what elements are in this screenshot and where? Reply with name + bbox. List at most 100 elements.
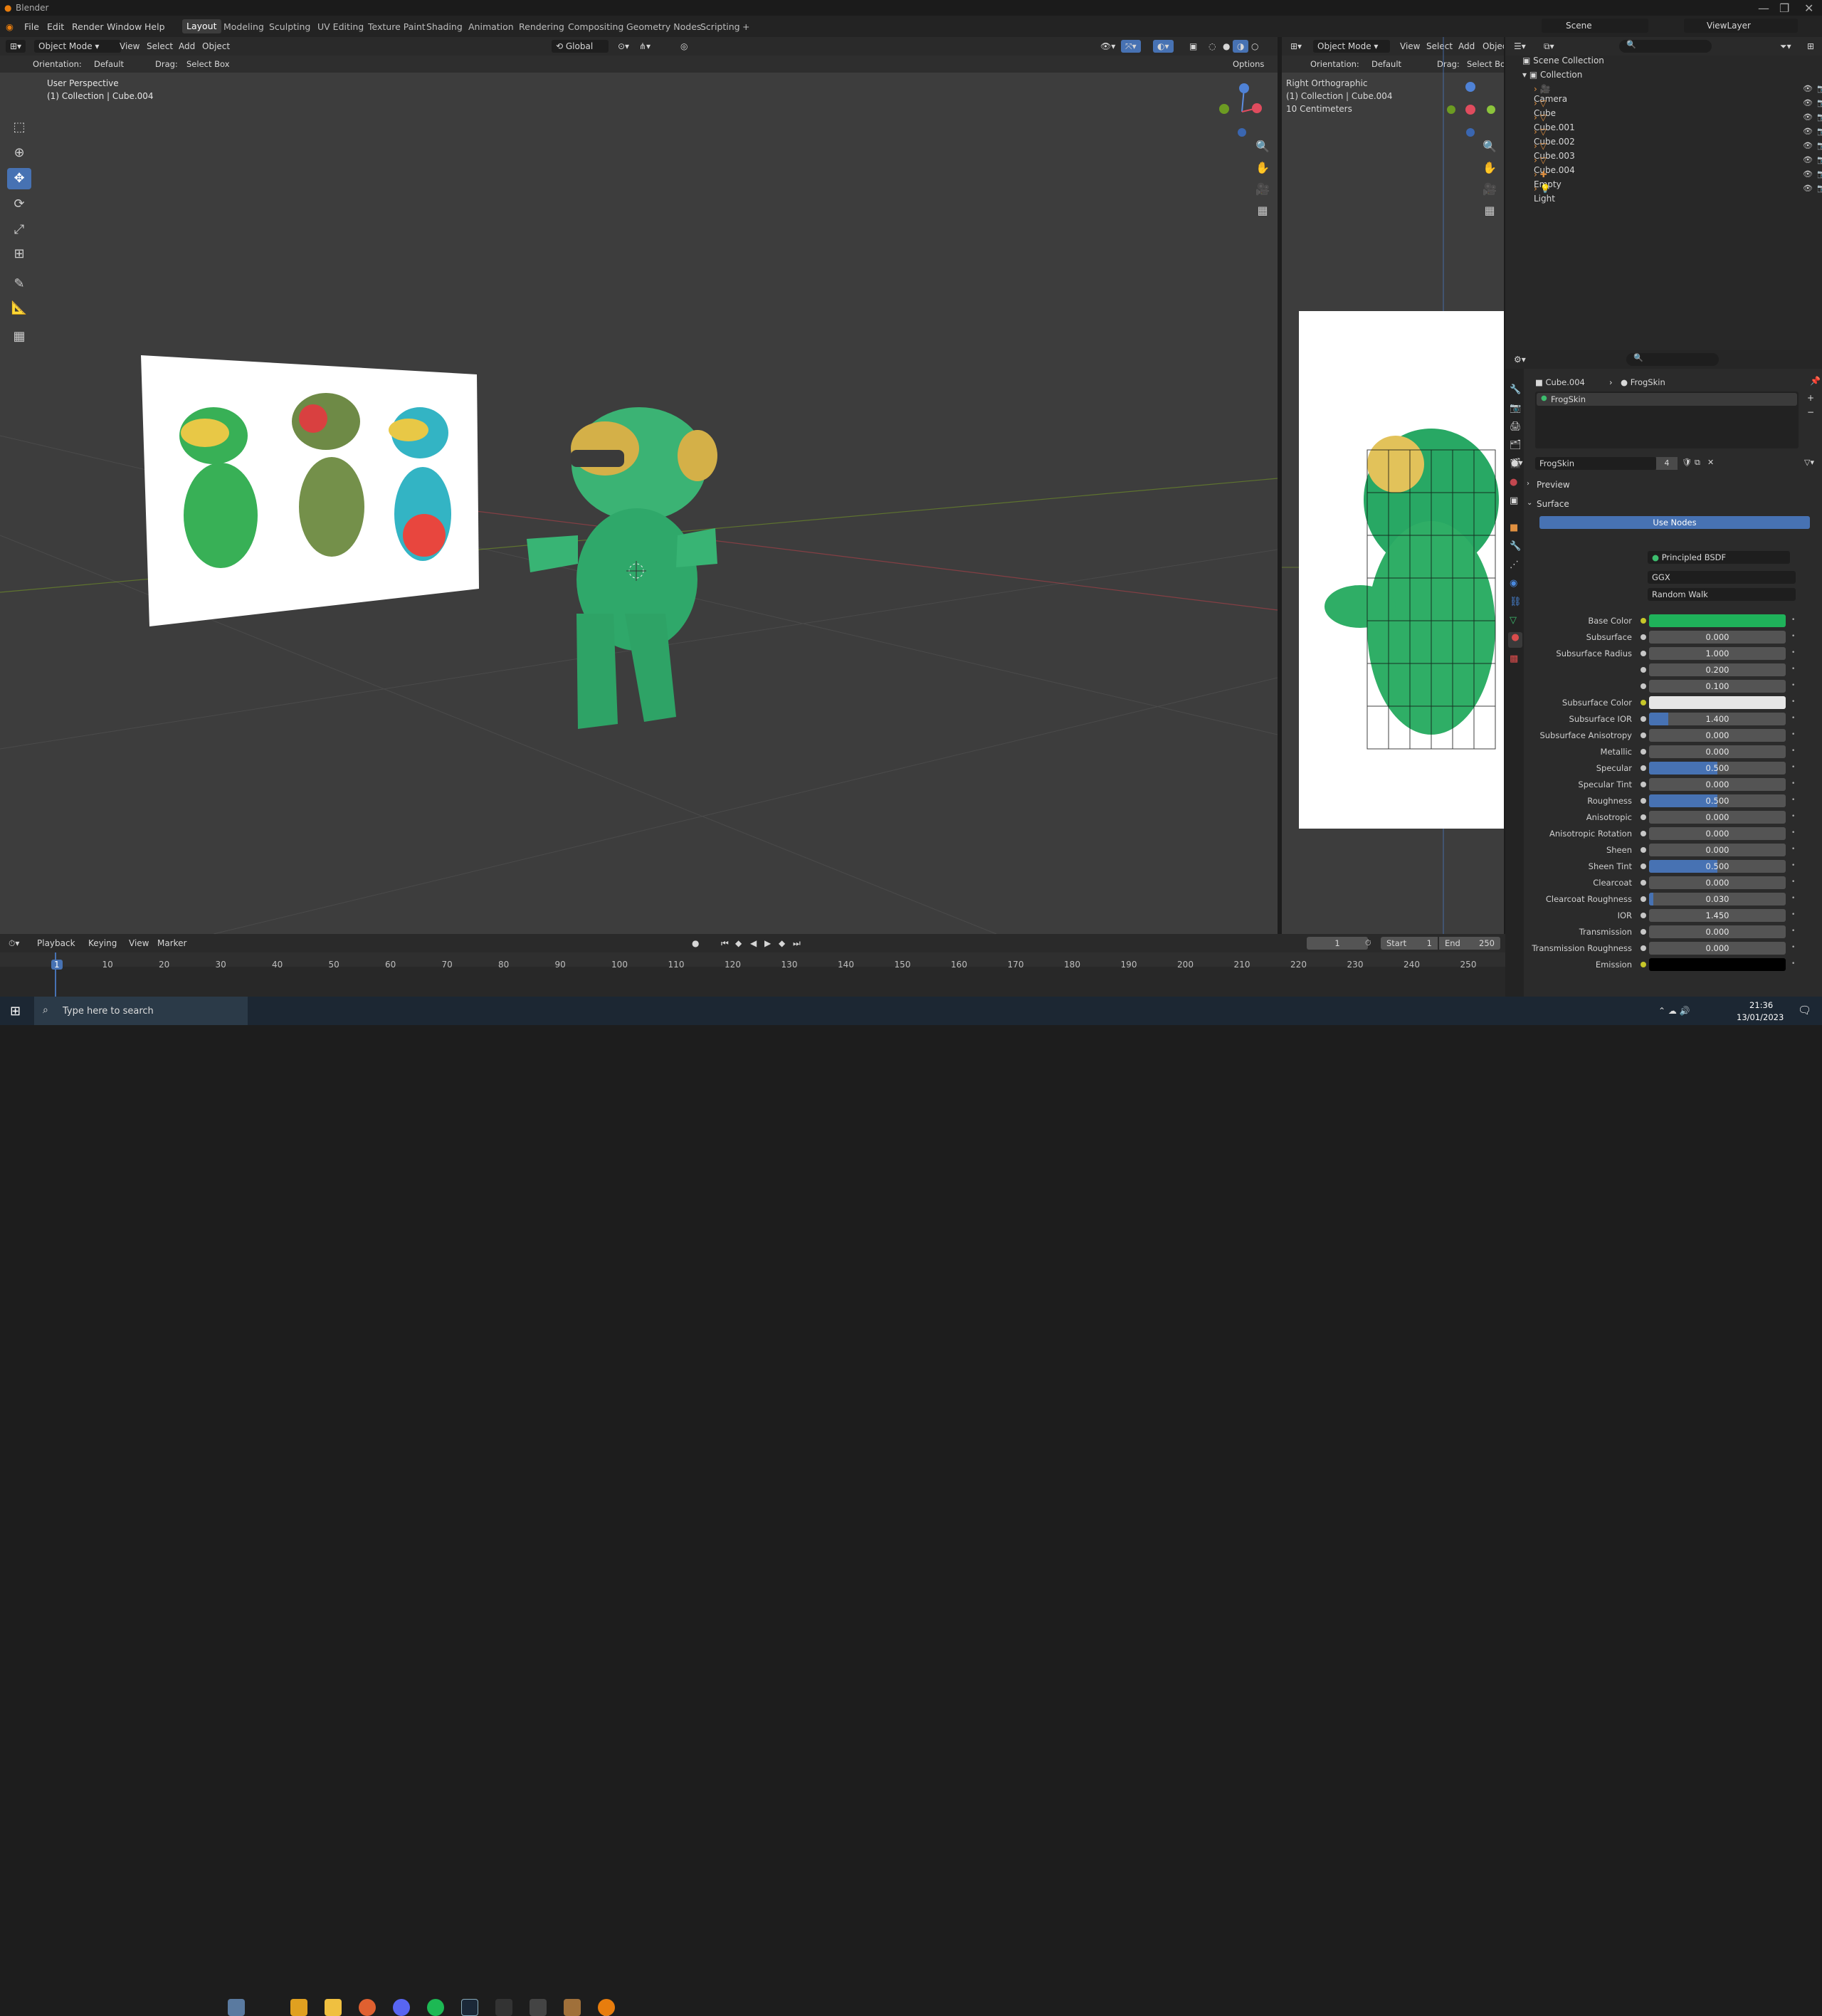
value-slider[interactable]: 1.450 xyxy=(1649,909,1786,922)
value-slider[interactable]: 0.000 xyxy=(1649,778,1786,791)
keyframe-dot-icon[interactable]: • xyxy=(1791,633,1795,640)
outliner-editor-type-icon[interactable]: ☰▾ xyxy=(1510,40,1530,53)
distribution-dropdown[interactable]: GGX xyxy=(1648,571,1796,584)
current-frame-field[interactable]: 1 xyxy=(1307,937,1368,950)
value-slider[interactable]: 0.030 xyxy=(1649,893,1786,905)
tab-scripting[interactable]: Scripting xyxy=(700,21,740,32)
tab-shading[interactable]: Shading xyxy=(426,21,463,32)
input-socket-icon[interactable] xyxy=(1641,814,1646,820)
visibility-eye-icon[interactable]: 👁 xyxy=(1803,169,1813,179)
visibility-eye-icon[interactable]: 👁 xyxy=(1803,112,1813,122)
user-count-badge[interactable]: 4 xyxy=(1656,457,1678,470)
input-socket-icon[interactable] xyxy=(1641,733,1646,738)
display-mode-icon[interactable]: ⧉▾ xyxy=(1539,40,1559,53)
fake-user-icon[interactable]: 🛡 xyxy=(1682,458,1692,467)
keyframe-dot-icon[interactable]: • xyxy=(1791,780,1795,787)
keyframe-dot-icon[interactable]: • xyxy=(1791,862,1795,869)
object-tab-icon[interactable]: ■ xyxy=(1510,523,1518,533)
particles-tab-icon[interactable]: ⋰ xyxy=(1510,560,1519,570)
input-socket-icon[interactable] xyxy=(1641,847,1646,853)
color-swatch[interactable] xyxy=(1649,958,1786,971)
value-slider[interactable]: 0.100 xyxy=(1649,680,1786,693)
add-slot-button[interactable]: + xyxy=(1807,393,1814,403)
value-slider[interactable]: 0.000 xyxy=(1649,925,1786,938)
tab-layout[interactable]: Layout xyxy=(182,19,221,33)
keyframe-dot-icon[interactable]: • xyxy=(1791,878,1795,886)
clock-date[interactable]: 13/01/2023 xyxy=(1737,1012,1784,1022)
tab-uv-editing[interactable]: UV Editing xyxy=(317,21,364,32)
filter-icon[interactable]: ⏷▾ xyxy=(1776,40,1796,53)
value-slider[interactable]: 0.000 xyxy=(1649,942,1786,955)
input-socket-icon[interactable] xyxy=(1641,896,1646,902)
render-visibility-icon[interactable]: 📷 xyxy=(1817,84,1822,93)
color-swatch[interactable] xyxy=(1649,614,1786,627)
render-visibility-icon[interactable]: 📷 xyxy=(1817,169,1822,179)
output-tab-icon[interactable]: 🖨 xyxy=(1510,421,1522,432)
firefox-icon[interactable] xyxy=(359,1999,376,2016)
value-slider[interactable]: 0.500 xyxy=(1649,794,1786,807)
color-swatch[interactable] xyxy=(1649,696,1786,709)
unlink-material-icon[interactable]: ✕ xyxy=(1707,458,1714,467)
value-slider[interactable]: 0.000 xyxy=(1649,745,1786,758)
outliner-item[interactable]: › 🎥 Camera 👁 📷 xyxy=(1534,84,1822,104)
keyframe-dot-icon[interactable]: • xyxy=(1791,698,1795,705)
tab-texture-paint[interactable]: Texture Paint xyxy=(368,21,426,32)
input-socket-icon[interactable] xyxy=(1641,765,1646,771)
properties-search-input[interactable]: 🔍 xyxy=(1626,353,1719,366)
side-zoom-icon[interactable]: 🔍 xyxy=(1481,138,1498,155)
windows-start-icon[interactable]: ⊞ xyxy=(10,1004,21,1019)
steam-icon[interactable] xyxy=(461,1999,478,2016)
outliner-item[interactable]: › ▽ Cube 👁 📷 xyxy=(1534,98,1822,118)
pin-icon[interactable]: 📌 xyxy=(1810,376,1821,386)
tab-animation[interactable]: Animation xyxy=(468,21,514,32)
timeline-editor-type-icon[interactable]: ⏱▾ xyxy=(4,937,23,950)
visibility-eye-icon[interactable]: 👁 xyxy=(1803,141,1813,150)
render-visibility-icon[interactable]: 📷 xyxy=(1817,141,1822,150)
input-socket-icon[interactable] xyxy=(1641,945,1646,951)
keyframe-dot-icon[interactable]: • xyxy=(1791,829,1795,836)
minimize-button[interactable]: — xyxy=(1758,1,1769,15)
package-icon[interactable] xyxy=(564,1999,581,2016)
material-browse-icon[interactable]: ●▾ xyxy=(1511,458,1523,468)
keyframe-dot-icon[interactable]: • xyxy=(1791,682,1795,689)
viewlayer-selector[interactable]: ViewLayer xyxy=(1684,19,1798,33)
clock-time[interactable]: 21:36 xyxy=(1749,1000,1773,1010)
value-slider[interactable]: 0.000 xyxy=(1649,631,1786,644)
next-keyframe-icon[interactable]: ◆ xyxy=(774,937,789,950)
sticky-notes-icon[interactable] xyxy=(290,1999,307,2016)
remove-slot-button[interactable]: − xyxy=(1807,407,1814,417)
end-frame-field[interactable]: End 250 xyxy=(1439,937,1500,950)
value-slider[interactable]: 0.500 xyxy=(1649,860,1786,873)
outliner-scene-collection[interactable]: ▣ Scene Collection xyxy=(1522,56,1604,70)
blender-menu-icon[interactable]: ◉ xyxy=(6,21,14,32)
menu-help[interactable]: Help xyxy=(144,21,165,32)
surface-panel-header[interactable]: ⌄ Surface xyxy=(1527,496,1818,512)
outliner-search-input[interactable]: 🔍 xyxy=(1619,40,1712,53)
keyframe-dot-icon[interactable]: • xyxy=(1791,666,1795,673)
render-visibility-icon[interactable]: 📷 xyxy=(1817,112,1822,122)
input-socket-icon[interactable] xyxy=(1641,618,1646,624)
visibility-eye-icon[interactable]: 👁 xyxy=(1803,155,1813,164)
input-socket-icon[interactable] xyxy=(1641,651,1646,656)
notification-icon[interactable]: 🗨 xyxy=(1798,1004,1811,1017)
taskbar-widget-icon[interactable] xyxy=(228,1999,245,2016)
maximize-button[interactable]: ❐ xyxy=(1779,1,1789,15)
constraints-tab-icon[interactable]: ⛓ xyxy=(1510,597,1522,607)
add-workspace-icon[interactable]: + xyxy=(742,21,749,32)
render-visibility-icon[interactable]: 📷 xyxy=(1817,127,1822,136)
tab-rendering[interactable]: Rendering xyxy=(519,21,564,32)
playback-menu[interactable]: Playback xyxy=(33,937,80,950)
input-socket-icon[interactable] xyxy=(1641,798,1646,804)
record-icon[interactable]: ● xyxy=(688,937,703,950)
value-slider[interactable]: 0.500 xyxy=(1649,762,1786,775)
keyframe-dot-icon[interactable]: • xyxy=(1791,715,1795,722)
tab-sculpting[interactable]: Sculpting xyxy=(269,21,310,32)
render-tab-icon[interactable]: 📷 xyxy=(1510,403,1521,414)
surface-shader-dropdown[interactable]: ● Principled BSDF xyxy=(1648,551,1790,564)
side-navigation-gizmo[interactable] xyxy=(1438,80,1502,144)
input-socket-icon[interactable] xyxy=(1641,667,1646,673)
side-camera-view-icon[interactable]: 🎥 xyxy=(1481,181,1498,198)
value-slider[interactable]: 0.000 xyxy=(1649,827,1786,840)
duplicate-material-icon[interactable]: ⧉ xyxy=(1695,458,1700,468)
material-slot-list[interactable]: ● FrogSkin xyxy=(1535,392,1799,448)
